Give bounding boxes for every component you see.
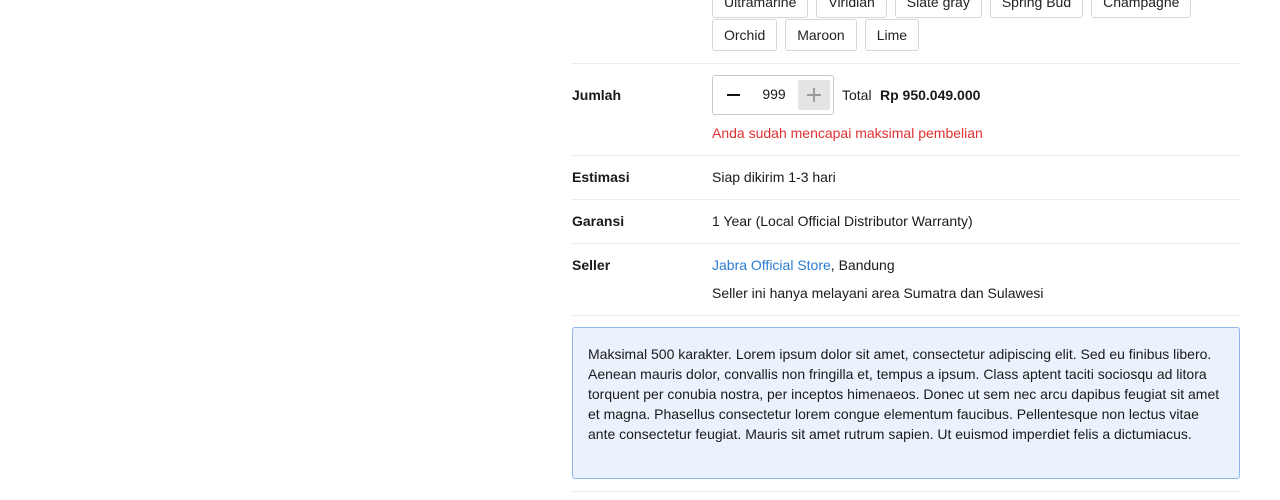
minus-icon bbox=[726, 94, 740, 96]
quantity-label: Jumlah bbox=[572, 87, 622, 103]
seller-area-note: Seller ini hanya melayani area Sumatra d… bbox=[712, 285, 1044, 301]
color-chip-slate-gray[interactable]: Slate gray bbox=[894, 0, 982, 18]
color-options-row-second: Orchid Maroon Lime bbox=[712, 19, 920, 51]
divider bbox=[572, 315, 1240, 316]
color-chip-viridian[interactable]: Viridian bbox=[816, 0, 887, 18]
seller-label: Seller bbox=[572, 257, 611, 273]
increase-quantity-button[interactable] bbox=[798, 80, 830, 110]
seller-info: Jabra Official Store, Bandung bbox=[712, 257, 895, 273]
color-chip-maroon[interactable]: Maroon bbox=[785, 19, 857, 51]
garansi-value: 1 Year (Local Official Distributor Warra… bbox=[712, 213, 973, 229]
estimasi-label: Estimasi bbox=[572, 169, 630, 185]
color-chip-champagne[interactable]: Champagne bbox=[1091, 0, 1192, 18]
color-options-row-top: Ultramarine Viridian Slate gray Spring B… bbox=[712, 0, 1192, 18]
max-purchase-error: Anda sudah mencapai maksimal pembelian bbox=[712, 125, 983, 141]
color-chip-spring-bud[interactable]: Spring Bud bbox=[989, 0, 1084, 18]
total-price: Rp 950.049.000 bbox=[880, 87, 981, 103]
divider bbox=[572, 491, 1240, 492]
garansi-label: Garansi bbox=[572, 213, 625, 229]
divider bbox=[572, 199, 1240, 200]
total-label: Total bbox=[842, 87, 872, 103]
notice-box: Maksimal 500 karakter. Lorem ipsum dolor… bbox=[572, 327, 1240, 479]
seller-store-link[interactable]: Jabra Official Store bbox=[712, 257, 831, 273]
color-chip-lime[interactable]: Lime bbox=[864, 19, 920, 51]
divider bbox=[572, 155, 1240, 156]
color-chip-ultramarine[interactable]: Ultramarine bbox=[712, 0, 809, 18]
divider bbox=[572, 243, 1240, 244]
estimasi-value: Siap dikirim 1-3 hari bbox=[712, 169, 836, 185]
product-detail-panel: Ultramarine Viridian Slate gray Spring B… bbox=[572, 0, 1240, 500]
quantity-input[interactable]: 999 bbox=[753, 86, 795, 102]
plus-icon bbox=[807, 88, 821, 102]
seller-location: , Bandung bbox=[830, 257, 895, 273]
quantity-stepper: 999 bbox=[712, 75, 834, 115]
divider bbox=[572, 63, 1240, 64]
color-chip-orchid[interactable]: Orchid bbox=[712, 19, 778, 51]
decrease-quantity-button[interactable] bbox=[717, 80, 749, 110]
